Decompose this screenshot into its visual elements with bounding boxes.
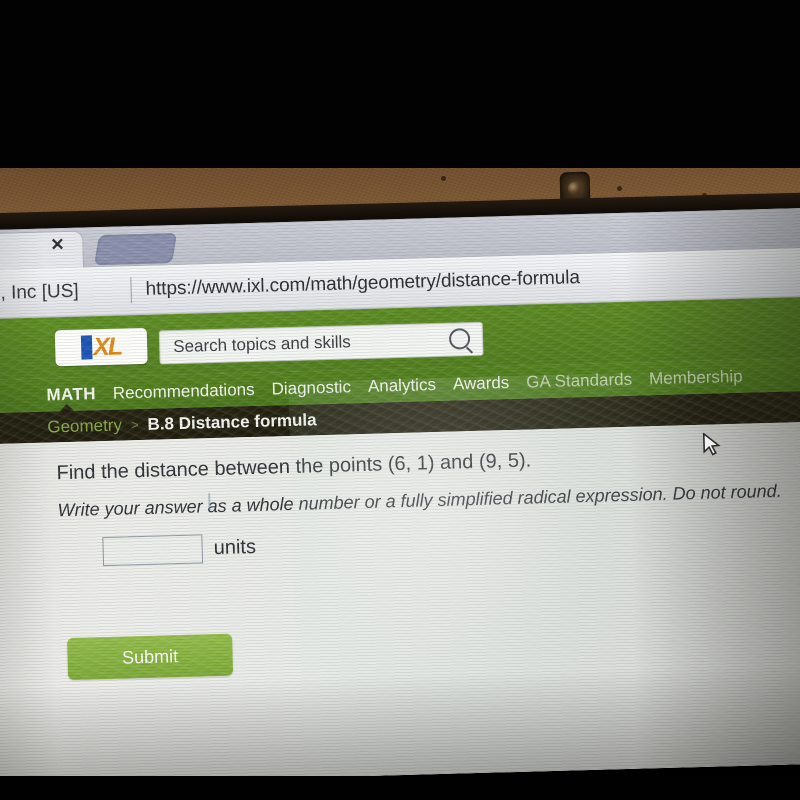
security-label: arning, Inc [US] <box>0 280 79 306</box>
search-box[interactable] <box>158 321 484 365</box>
nav-item-analytics[interactable]: Analytics <box>368 375 437 397</box>
question-prompt: Find the distance between the points (6,… <box>56 449 532 485</box>
logo-i-bar <box>80 335 93 360</box>
ixl-logo[interactable]: XL <box>54 327 148 367</box>
letterbox-top <box>0 0 800 168</box>
breadcrumb-parent-link[interactable]: Geometry <box>47 415 122 437</box>
nav-item-math[interactable]: MATH <box>46 384 96 405</box>
units-label: units <box>213 535 257 560</box>
breadcrumb-current-skill: B.8 Distance formula <box>147 409 317 434</box>
nav-item-awards[interactable]: Awards <box>453 373 510 395</box>
browser-tab-active[interactable] <box>0 231 84 271</box>
search-input[interactable] <box>170 329 436 359</box>
nav-item-ga-standards[interactable]: GA Standards <box>526 369 632 392</box>
question-panel: Find the distance between the points (6,… <box>0 420 800 787</box>
nav-item-diagnostic[interactable]: Diagnostic <box>271 377 351 399</box>
question-instruction: Write your answer as a whole number or a… <box>57 480 782 521</box>
submit-button[interactable]: Submit <box>67 633 234 681</box>
nav-item-membership[interactable]: Membership <box>649 366 743 389</box>
url-separator <box>130 277 133 304</box>
chevron-right-icon: > <box>130 417 139 433</box>
screen-viewport: a (G ✕ arning, Inc [US] https://www.ixl.… <box>0 206 800 787</box>
text-caret <box>208 493 211 511</box>
answer-input[interactable] <box>102 534 204 567</box>
logo-xl-text: XL <box>92 332 122 361</box>
mouse-cursor-icon <box>702 432 721 456</box>
desk-speck <box>617 186 622 191</box>
close-icon[interactable]: ✕ <box>50 235 65 255</box>
letterbox-bottom <box>0 776 800 800</box>
browser-tab-inactive[interactable] <box>94 232 178 266</box>
nav-item-recommendations[interactable]: Recommendations <box>113 379 255 403</box>
photographed-laptop-screen: a (G ✕ arning, Inc [US] https://www.ixl.… <box>0 0 800 800</box>
answer-row: units <box>102 533 257 567</box>
desk-speck <box>441 176 446 181</box>
search-icon[interactable] <box>448 328 471 350</box>
url-text: https://www.ixl.com/math/geometry/distan… <box>145 267 581 300</box>
